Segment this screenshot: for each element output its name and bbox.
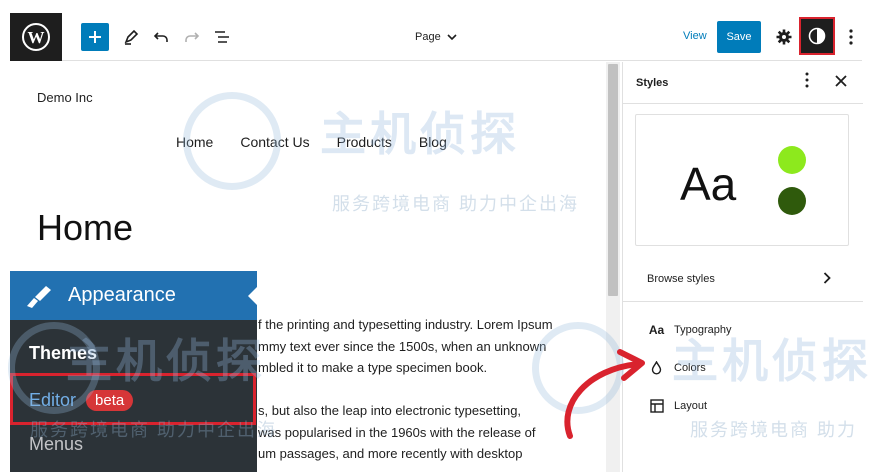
- list-view-icon[interactable]: [210, 23, 234, 51]
- layout-icon: [649, 399, 664, 413]
- add-block-button[interactable]: [81, 23, 109, 51]
- appearance-menu-item[interactable]: Appearance: [10, 271, 257, 320]
- sidebar-more-icon[interactable]: [805, 72, 809, 93]
- preview-color-swatch: [778, 187, 806, 215]
- nav-link-blog[interactable]: Blog: [419, 134, 447, 150]
- typography-item[interactable]: Aa Typography: [648, 320, 732, 340]
- body-line: f the printing and typesetting industry.…: [258, 317, 553, 332]
- view-link[interactable]: View: [683, 30, 707, 42]
- edit-tool-icon[interactable]: [119, 23, 143, 51]
- save-button[interactable]: Save: [717, 21, 761, 53]
- appearance-label: Appearance: [68, 284, 176, 306]
- nav-link-products[interactable]: Products: [337, 134, 392, 150]
- contrast-icon: [808, 27, 826, 45]
- undo-icon[interactable]: [149, 23, 173, 51]
- redo-icon[interactable]: [180, 23, 204, 51]
- options-menu-icon[interactable]: [844, 23, 858, 51]
- annotation-arrow-icon: [564, 349, 645, 439]
- typography-label: Typography: [674, 324, 732, 336]
- body-line: was popularised in the 1960s with the re…: [258, 424, 536, 440]
- nav-link-home[interactable]: Home: [176, 134, 213, 150]
- colors-label: Colors: [674, 362, 706, 374]
- paintbrush-icon: [27, 285, 51, 308]
- styles-sidebar: Styles Aa Browse styles Aa Typography Co…: [622, 62, 863, 472]
- page-body-text[interactable]: f the printing and typesetting industry.…: [258, 314, 598, 465]
- editor-toolbar: W Page View Save: [10, 13, 862, 61]
- canvas-scrollbar-thumb[interactable]: [608, 64, 618, 296]
- settings-gear-icon[interactable]: [772, 23, 796, 51]
- chevron-right-icon: [823, 271, 831, 289]
- editor-highlight-box: [10, 373, 256, 425]
- styles-toggle-button[interactable]: [799, 17, 835, 55]
- browse-styles-row[interactable]: Browse styles: [623, 258, 863, 302]
- sidebar-title: Styles: [636, 77, 669, 89]
- style-preview-text: Aa: [680, 158, 737, 210]
- site-navigation: Home Contact Us Products Blog: [176, 134, 447, 150]
- chevron-down-icon: [447, 33, 457, 40]
- submenu-item-menus[interactable]: Menus: [29, 434, 83, 455]
- page-heading[interactable]: Home: [37, 207, 133, 249]
- body-line: mmy text ever since the 1500s, when an u…: [258, 338, 547, 354]
- body-line: mbled it to make a type specimen book.: [258, 360, 488, 375]
- colors-item[interactable]: Colors: [649, 358, 706, 378]
- document-title: Page: [415, 31, 441, 43]
- body-line: um passages, and more recently with desk…: [258, 446, 523, 461]
- body-line: [258, 379, 598, 401]
- submenu-item-themes[interactable]: Themes: [29, 343, 97, 364]
- wordpress-logo-icon[interactable]: W: [10, 13, 62, 61]
- style-preview-card[interactable]: Aa: [635, 114, 849, 246]
- sidebar-header: Styles: [623, 62, 863, 104]
- document-title-dropdown[interactable]: Page: [415, 27, 457, 47]
- svg-text:W: W: [28, 28, 45, 47]
- layout-label: Layout: [674, 400, 708, 412]
- site-title[interactable]: Demo Inc: [37, 90, 93, 105]
- browse-styles-label: Browse styles: [647, 273, 715, 285]
- admin-menu-overlay: Appearance Themes Editor beta Menus: [10, 271, 257, 472]
- nav-link-contact[interactable]: Contact Us: [240, 134, 309, 150]
- body-line: s, but also the leap into electronic typ…: [258, 403, 522, 418]
- preview-color-swatch: [778, 146, 806, 174]
- close-icon[interactable]: [835, 74, 847, 92]
- layout-item[interactable]: Layout: [649, 396, 707, 416]
- active-notch: [248, 287, 257, 305]
- droplet-icon: [649, 361, 664, 375]
- aa-icon: Aa: [648, 323, 665, 337]
